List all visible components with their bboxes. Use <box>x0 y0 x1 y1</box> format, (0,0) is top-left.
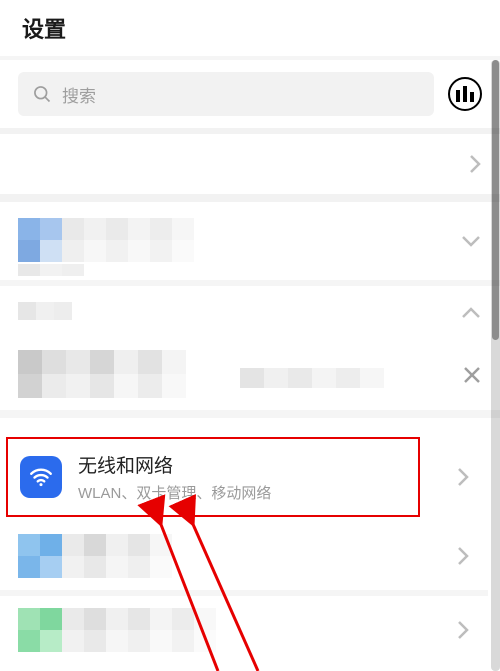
wifi-icon <box>20 456 62 498</box>
settings-row[interactable] <box>0 600 488 660</box>
blurred-content <box>18 218 194 262</box>
search-icon <box>32 84 52 104</box>
row-title: 无线和网络 <box>78 451 271 478</box>
chevron-right-icon <box>468 153 482 175</box>
settings-row[interactable] <box>0 526 488 586</box>
page-title: 设置 <box>22 12 66 44</box>
settings-row[interactable] <box>0 286 500 340</box>
blurred-content <box>18 534 172 578</box>
settings-screen: 设置 搜索 <box>0 0 500 671</box>
chevron-right-icon <box>456 466 470 488</box>
divider <box>0 410 500 418</box>
close-icon[interactable] <box>462 365 482 385</box>
wireless-network-row[interactable]: 无线和网络 WLAN、双卡管理、移动网络 <box>0 437 488 517</box>
settings-row[interactable] <box>0 340 500 410</box>
search-placeholder: 搜索 <box>62 82 96 107</box>
blurred-content <box>18 350 210 398</box>
blurred-content <box>240 368 384 388</box>
chevron-right-icon <box>456 619 470 641</box>
blurred-content <box>18 264 84 276</box>
blurred-content <box>18 608 216 652</box>
account-icon[interactable] <box>448 77 482 111</box>
chevron-up-icon <box>460 306 482 320</box>
settings-row[interactable] <box>0 134 500 194</box>
chevron-down-icon <box>460 234 482 248</box>
sound-bars-icon <box>456 86 474 102</box>
row-text: 无线和网络 WLAN、双卡管理、移动网络 <box>78 451 271 503</box>
settings-row[interactable] <box>0 202 500 280</box>
chevron-right-icon <box>456 545 470 567</box>
divider <box>0 590 488 596</box>
search-input[interactable]: 搜索 <box>18 72 434 116</box>
scrollbar[interactable] <box>491 60 500 671</box>
row-subtitle: WLAN、双卡管理、移动网络 <box>78 482 271 503</box>
divider <box>0 194 500 202</box>
header: 设置 <box>0 0 500 56</box>
blurred-content <box>18 302 72 320</box>
search-row: 搜索 <box>0 60 500 128</box>
